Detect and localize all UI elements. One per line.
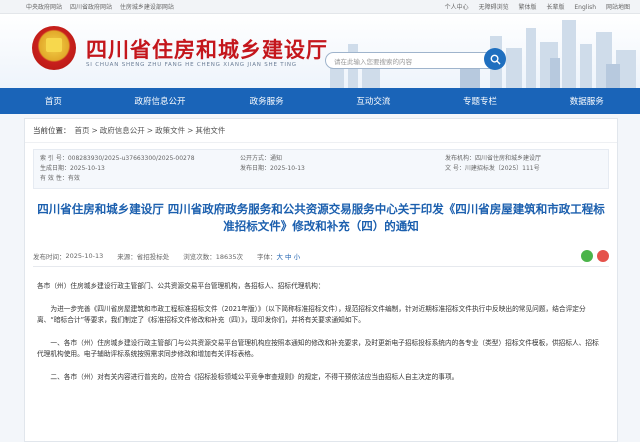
breadcrumb-other-files[interactable]: 其他文件 (195, 125, 225, 136)
article-info-bar: 发布时间： 2025-10-13 来源： 省招投标处 浏览次数： 18635次 … (33, 249, 609, 267)
national-emblem-icon (32, 26, 76, 70)
link-elder-mode[interactable]: 长辈版 (546, 4, 564, 11)
search-input[interactable]: 请在此输入您要搜索的内容 (325, 52, 503, 69)
breadcrumb-lead: 当前位置： (33, 126, 71, 135)
link-ministry[interactable]: 住房城乡建设部网站 (120, 4, 174, 11)
breadcrumb-policy-files[interactable]: 政策文件 (155, 125, 185, 136)
nav-home[interactable]: 首页 (0, 95, 107, 107)
top-links-right: 个人中心 无障碍浏览 繁体版 长辈版 English 网站地图 (437, 2, 630, 11)
nav-interaction[interactable]: 互动交流 (320, 95, 427, 107)
body-paragraph: 一、各市（州）住房城乡建设行政主管部门与公共资源交易平台管理机构应按照本通知的修… (37, 339, 599, 358)
meta-row: 有 效 性：有效 (40, 174, 602, 184)
link-traditional[interactable]: 繁体版 (519, 4, 537, 11)
link-accessibility[interactable]: 无障碍浏览 (479, 4, 509, 11)
meta-row: 索 引 号：008283930/2025-u37663300/2025-0027… (40, 154, 602, 164)
main-nav: 首页 政府信息公开 政务服务 互动交流 专题专栏 数据服务 (0, 88, 640, 114)
link-central-gov[interactable]: 中央政府网站 (26, 4, 62, 11)
search-icon (490, 54, 501, 65)
search-button[interactable] (484, 48, 506, 70)
font-size-label: 字体： (256, 252, 277, 261)
breadcrumb-separator: > (91, 126, 98, 135)
breadcrumb-info-disclosure[interactable]: 政府信息公开 (100, 125, 145, 136)
view-count: 18635次 (215, 252, 243, 261)
publish-time: 2025-10-13 (65, 251, 104, 260)
view-count-label: 浏览次数： (183, 252, 216, 261)
body-paragraph: 二、各市（州）对有关内容进行普充的，应符合《招标投标领域公平竞争审查规则》的规定… (50, 373, 459, 381)
link-sitemap[interactable]: 网站地图 (606, 4, 630, 11)
meta-disclosure-method: 公开方式：通知 (240, 155, 283, 162)
share-buttons (581, 249, 609, 262)
link-provincial-gov[interactable]: 四川省政府网站 (70, 4, 112, 11)
font-size-small[interactable]: 小 (294, 251, 301, 261)
meta-doc-number: 文 号：川建招标发〔2025〕111号 (445, 165, 540, 172)
source-value: 省招投标处 (136, 252, 170, 261)
nav-special-topics[interactable]: 专题专栏 (427, 95, 534, 107)
wechat-share-icon[interactable] (581, 249, 593, 262)
site-title[interactable]: 四川省住房和城乡建设厅 (86, 34, 328, 64)
nav-gov-services[interactable]: 政务服务 (213, 95, 320, 107)
site-header: 四川省住房和城乡建设厅 SI CHUAN SHENG ZHU FANG HE C… (0, 14, 640, 88)
salutation-paragraph: 各市（州）住房城乡建设行政主管部门、公共资源交易平台管理机构，各招标人、招标代理… (37, 282, 325, 290)
weibo-share-icon[interactable] (597, 249, 609, 262)
breadcrumb-separator: > (146, 126, 154, 135)
breadcrumb-home[interactable]: 首页 (75, 125, 90, 136)
publish-time-label: 发布时间： (33, 252, 66, 261)
font-size-large[interactable]: 大 (276, 251, 283, 261)
nav-info-disclosure[interactable]: 政府信息公开 (107, 95, 214, 107)
breadcrumb: 当前位置： 首页 > 政府信息公开 > 政策文件 > 其他文件 (25, 119, 617, 143)
meta-row: 生成日期：2025-10-13 发布日期：2025-10-13 文 号：川建招标… (40, 164, 602, 174)
document-meta-table: 索 引 号：008283930/2025-u37663300/2025-0027… (33, 149, 609, 189)
link-personal-center[interactable]: 个人中心 (445, 4, 469, 11)
top-utility-bar: 中央政府网站 四川省政府网站 住房城乡建设部网站 个人中心 无障碍浏览 繁体版 … (0, 0, 640, 14)
breadcrumb-separator: > (187, 126, 194, 135)
article-panel: 当前位置： 首页 > 政府信息公开 > 政策文件 > 其他文件 索 引 号：00… (24, 118, 618, 442)
meta-validity: 有 效 性：有效 (40, 175, 80, 182)
font-size-medium[interactable]: 中 (285, 251, 292, 261)
meta-created-date: 生成日期：2025-10-13 (40, 165, 105, 172)
meta-publish-date: 发布日期：2025-10-13 (240, 165, 305, 172)
site-pinyin: SI CHUAN SHENG ZHU FANG HE CHENG XIANG J… (86, 62, 297, 68)
link-english[interactable]: English (574, 4, 596, 11)
top-links-left: 中央政府网站 四川省政府网站 住房城乡建设部网站 (26, 2, 180, 11)
city-skyline-illustration (330, 20, 636, 88)
source-label: 来源： (117, 252, 137, 261)
article-title: 四川省住房和城乡建设厅 四川省政府政务服务和公共资源交易服务中心关于印发《四川省… (37, 202, 605, 233)
article-body: 各市（州）住房城乡建设行政主管部门、公共资源交易平台管理机构，各招标人、招标代理… (37, 281, 605, 383)
meta-publisher: 发布机构：四川省住房和城乡建设厅 (445, 155, 542, 162)
nav-data-services[interactable]: 数据服务 (533, 95, 640, 107)
body-paragraph: 为进一步完善《四川省房屋建筑和市政工程标准招标文件（2021年版）》（以下简称标… (37, 305, 586, 324)
meta-index-number: 索 引 号：008283930/2025-u37663300/2025-0027… (40, 155, 195, 162)
